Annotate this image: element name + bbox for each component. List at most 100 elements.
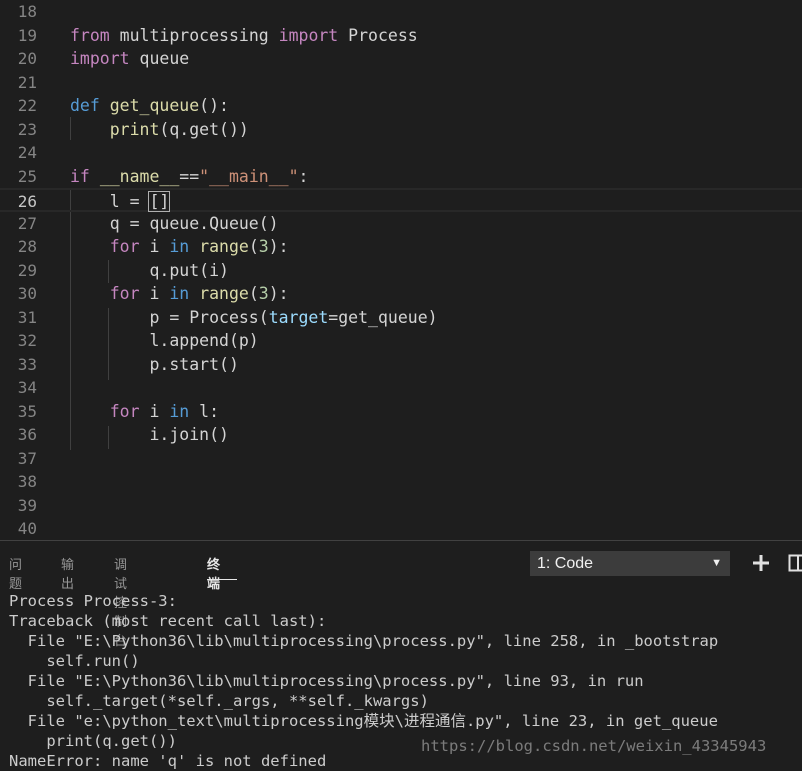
- watermark: https://blog.csdn.net/weixin_43345943: [421, 737, 766, 755]
- code-line[interactable]: 24: [0, 141, 802, 165]
- code-line[interactable]: 31 p = Process(target=get_queue): [0, 306, 802, 330]
- code-token: [189, 237, 199, 256]
- code-token: for: [110, 402, 140, 421]
- line-number: 29: [0, 259, 37, 283]
- tab-terminal[interactable]: 终端: [207, 554, 220, 592]
- code-token: ):: [269, 284, 289, 303]
- line-number: 28: [0, 235, 37, 259]
- code-token: q = queue.Queue(): [70, 214, 279, 233]
- code-token: 3: [259, 237, 269, 256]
- terminal-line: File "E:\Python36\lib\multiprocessing\pr…: [9, 671, 799, 691]
- code-token: [70, 284, 110, 303]
- code-line[interactable]: 36 i.join(): [0, 423, 802, 447]
- code-line[interactable]: 37: [0, 447, 802, 471]
- tab-problems[interactable]: 问题: [9, 554, 22, 592]
- code-token: ():: [199, 96, 229, 115]
- code-line[interactable]: 21: [0, 71, 802, 95]
- code-text: import queue: [70, 47, 189, 71]
- code-token: (: [249, 284, 259, 303]
- line-number: 19: [0, 24, 37, 48]
- code-token: for: [110, 237, 140, 256]
- line-number: 38: [0, 470, 37, 494]
- line-number: 31: [0, 306, 37, 330]
- code-token: from: [70, 26, 110, 45]
- terminal-select[interactable]: 1: Code ▼: [530, 551, 730, 576]
- terminal-line: File "E:\Python36\lib\multiprocessing\pr…: [9, 631, 799, 651]
- code-text: for i in range(3):: [70, 282, 289, 306]
- line-number: 21: [0, 71, 37, 95]
- line-number: 35: [0, 400, 37, 424]
- code-token: multiprocessing: [110, 26, 279, 45]
- code-text: l.append(p): [70, 329, 259, 353]
- terminal-line: File "e:\python_text\multiprocessing模块\进…: [9, 711, 799, 731]
- line-number: 24: [0, 141, 37, 165]
- active-tab-indicator: [207, 579, 237, 580]
- code-token: p = Process(: [70, 308, 269, 327]
- code-line[interactable]: 38: [0, 470, 802, 494]
- code-line[interactable]: 18: [0, 0, 802, 24]
- code-line[interactable]: 32 l.append(p): [0, 329, 802, 353]
- terminal-select-value: 1: Code: [537, 555, 593, 572]
- code-token: range: [199, 237, 249, 256]
- code-token: __name__: [100, 167, 179, 186]
- bottom-panel: 问题 输出 调试控制台 终端 1: Code ▼ Process Process…: [0, 540, 802, 769]
- code-line[interactable]: 30 for i in range(3):: [0, 282, 802, 306]
- code-token: "__main__": [199, 167, 298, 186]
- code-token: i: [140, 237, 170, 256]
- code-text: for i in range(3):: [70, 235, 289, 259]
- code-token: target: [269, 308, 329, 327]
- code-token: l:: [189, 402, 219, 421]
- code-text: def get_queue():: [70, 94, 229, 118]
- code-token: l.append(p): [70, 331, 259, 350]
- code-token: in: [169, 237, 189, 256]
- code-line[interactable]: 34: [0, 376, 802, 400]
- code-text: p = Process(target=get_queue): [70, 306, 438, 330]
- code-editor[interactable]: 1819 from multiprocessing import Process 2…: [0, 0, 802, 540]
- code-line[interactable]: 20 import queue: [0, 47, 802, 71]
- terminal-line: self.run(): [9, 651, 799, 671]
- code-text: if __name__=="__main__":: [70, 165, 308, 189]
- code-line[interactable]: 26 l = []: [0, 188, 802, 212]
- line-number: 33: [0, 353, 37, 377]
- line-number: 18: [0, 0, 37, 24]
- code-line[interactable]: 27 q = queue.Queue(): [0, 212, 802, 236]
- code-text: l = []: [70, 190, 169, 214]
- terminal-line: self._target(*self._args, **self._kwargs…: [9, 691, 799, 711]
- line-number: 20: [0, 47, 37, 71]
- code-line[interactable]: 35 for i in l:: [0, 400, 802, 424]
- code-token: print: [110, 120, 160, 139]
- code-line[interactable]: 22def get_queue():: [0, 94, 802, 118]
- line-number: 23: [0, 118, 37, 142]
- code-token: import: [70, 49, 130, 68]
- code-line[interactable]: 39: [0, 494, 802, 518]
- code-line[interactable]: 33 p.start(): [0, 353, 802, 377]
- line-number: 40: [0, 517, 37, 540]
- code-token: :: [299, 167, 309, 186]
- tab-output[interactable]: 输出: [61, 554, 74, 592]
- code-token: [90, 167, 100, 186]
- code-line[interactable]: 23 print(q.get()): [0, 118, 802, 142]
- code-text: p.start(): [70, 353, 239, 377]
- code-token: (q.get()): [159, 120, 248, 139]
- line-number: 39: [0, 494, 37, 518]
- code-token: def: [70, 96, 100, 115]
- code-line[interactable]: 25if __name__=="__main__":: [0, 165, 802, 189]
- code-token: p.start(): [70, 355, 239, 374]
- code-token: queue: [130, 49, 190, 68]
- code-token: for: [110, 284, 140, 303]
- code-token: [100, 96, 110, 115]
- code-line[interactable]: 40: [0, 517, 802, 540]
- code-text: q.put(i): [70, 259, 229, 283]
- code-token: i: [140, 402, 170, 421]
- line-number: 37: [0, 447, 37, 471]
- code-line[interactable]: 28 for i in range(3):: [0, 235, 802, 259]
- code-line[interactable]: 19from multiprocessing import Process: [0, 24, 802, 48]
- plus-icon[interactable]: [751, 553, 771, 573]
- chevron-down-icon: ▼: [711, 551, 722, 576]
- code-token: i: [140, 284, 170, 303]
- code-text: i.join(): [70, 423, 229, 447]
- code-token: ==: [179, 167, 199, 186]
- code-line[interactable]: 29 q.put(i): [0, 259, 802, 283]
- split-terminal-icon[interactable]: [788, 554, 802, 572]
- code-token: Process: [338, 26, 417, 45]
